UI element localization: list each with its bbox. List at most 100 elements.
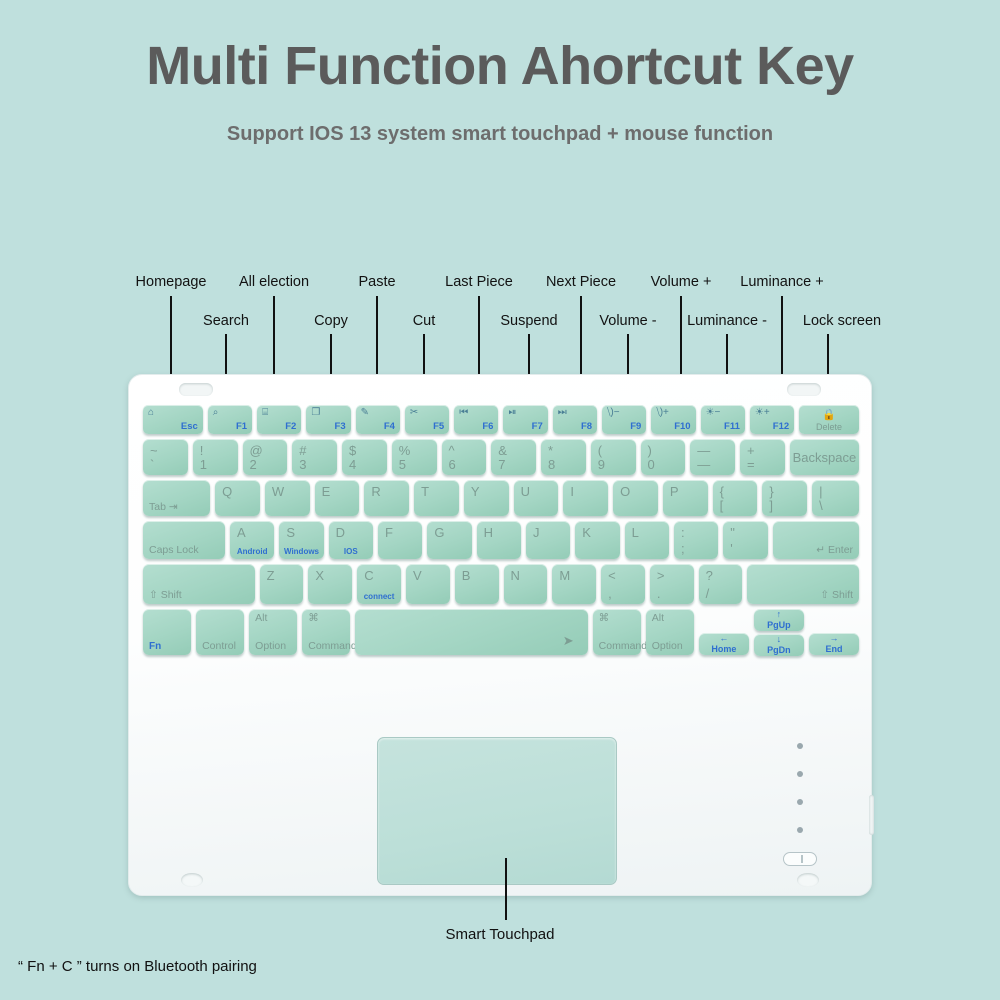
key-option-left[interactable]: Option Alt	[249, 609, 298, 655]
key-key-l[interactable]: L	[624, 521, 669, 559]
key-digit-0[interactable]: ) 0	[640, 439, 686, 475]
key-secondary-label: —	[697, 457, 711, 472]
key-command-left[interactable]: Command ⌘	[302, 609, 357, 655]
key-digit-3[interactable]: #3	[292, 439, 337, 475]
key-key-j[interactable]: J	[525, 521, 571, 559]
key-fn[interactable]: Fn	[143, 609, 192, 655]
key-key-k[interactable]: K	[575, 521, 620, 559]
key-primary-label: )	[647, 443, 652, 458]
key-key-z[interactable]: Z	[259, 564, 304, 604]
key-equal[interactable]: + =	[740, 439, 785, 475]
key-arrow-up[interactable]: ↑ PgUp	[753, 609, 804, 631]
key-bracket-left[interactable]: {[	[712, 480, 758, 516]
key-key-a[interactable]: A Android	[230, 521, 275, 559]
hinge-notch-right	[787, 383, 821, 396]
key-f9[interactable]: ⧹)− F9	[602, 405, 647, 434]
key-key-v[interactable]: V	[405, 564, 450, 604]
key-f12[interactable]: ☀+ F12	[749, 405, 795, 434]
key-f10[interactable]: ⧹)+ F10	[651, 405, 696, 434]
key-icon-glyph: ✂	[409, 407, 419, 418]
key-backquote[interactable]: ~ `	[143, 439, 188, 475]
key-backspace[interactable]: Backspace	[789, 439, 860, 475]
key-bracket-right[interactable]: }]	[762, 480, 808, 516]
key-f6[interactable]: ⏮ F6	[454, 405, 499, 434]
power-switch[interactable]	[783, 852, 817, 866]
key-f7[interactable]: ⏯ F7	[503, 405, 548, 434]
bluetooth-caption: “ Fn + C ” turns on Bluetooth pairing	[18, 958, 257, 975]
key-fn-label: F4	[383, 421, 395, 432]
key-period[interactable]: >.	[649, 564, 694, 604]
key-arrow-right[interactable]: → End	[808, 633, 860, 655]
key-key-g[interactable]: G	[427, 521, 472, 559]
key-key-b[interactable]: B	[454, 564, 499, 604]
key-digit-7[interactable]: & 7	[491, 439, 536, 475]
key-key-o[interactable]: O	[613, 480, 658, 516]
key-digit-2[interactable]: @2	[242, 439, 288, 475]
key-key-q[interactable]: Q	[215, 480, 260, 516]
key-key-f[interactable]: F	[377, 521, 423, 559]
key-digit-5[interactable]: % 5	[391, 439, 437, 475]
key-slash[interactable]: ? /	[698, 564, 743, 604]
indicator-dot	[797, 771, 803, 777]
key-key-m[interactable]: M	[552, 564, 597, 604]
key-esc[interactable]: ⌂ Esc	[143, 405, 203, 434]
key-caps-lock[interactable]: Caps Lock	[143, 521, 225, 559]
key-f4[interactable]: ✎ F4	[355, 405, 400, 434]
key-key-w[interactable]: W	[264, 480, 310, 516]
key-enter[interactable]: ↵ Enter	[772, 521, 860, 559]
key-digit-8[interactable]: * 8	[541, 439, 586, 475]
rubber-foot-left	[181, 873, 203, 887]
smart-touchpad[interactable]	[377, 737, 617, 885]
key-comma[interactable]: <,	[601, 564, 645, 604]
key-key-t[interactable]: T	[414, 480, 459, 516]
key-command-right[interactable]: Command ⌘	[592, 609, 647, 655]
key-tab[interactable]: Tab ⇥	[143, 480, 211, 516]
key-delete[interactable]: Delete 🔒	[799, 405, 859, 434]
key-arrow-left[interactable]: ← Home	[698, 633, 749, 655]
key-f3[interactable]: ❐ F3	[306, 405, 351, 434]
key-backslash[interactable]: | \	[812, 480, 860, 516]
key-key-i[interactable]: I	[563, 480, 609, 516]
key-key-y[interactable]: Y	[463, 480, 509, 516]
key-key-x[interactable]: X	[308, 564, 353, 604]
key-f8[interactable]: ⏭ F8	[552, 405, 598, 434]
key-option-right[interactable]: Option Alt	[645, 609, 694, 655]
key-digit-1[interactable]: ! 1	[192, 439, 238, 475]
key-key-u[interactable]: U	[513, 480, 559, 516]
key-digit-6[interactable]: ^ 6	[441, 439, 487, 475]
key-digit-4[interactable]: $4	[342, 439, 387, 475]
key-f11[interactable]: ☀− F11	[700, 405, 745, 434]
key-key-p[interactable]: P	[662, 480, 708, 516]
key-corner-label: Caps Lock	[149, 544, 199, 556]
key-key-s[interactable]: S Windows	[279, 521, 324, 559]
callout-label-luminance: Luminance -	[687, 313, 767, 329]
key-key-e[interactable]: E	[314, 480, 360, 516]
key-quote[interactable]: " '	[723, 521, 768, 559]
key-space[interactable]: ➤	[355, 609, 588, 655]
key-primary-label: A	[237, 525, 246, 540]
key-shift-right[interactable]: ⇧ Shift	[747, 564, 860, 604]
callout-label-volume: Volume +	[650, 274, 712, 290]
key-key-n[interactable]: N	[503, 564, 548, 604]
key-icon-glyph: ⌸	[262, 407, 269, 418]
keyboard-row-home-row: Caps Lock A Android S Windows D IOS F G H J K L:; " ' ↵…	[143, 521, 860, 559]
key-key-d[interactable]: D IOS	[328, 521, 373, 559]
arrow-key-content: ↓ PgDn	[754, 634, 804, 656]
key-semicolon[interactable]: :;	[673, 521, 719, 559]
key-minus[interactable]: — —	[690, 439, 735, 475]
key-primary-label: %	[398, 443, 411, 458]
key-f5[interactable]: ✂ F5	[404, 405, 450, 434]
key-shift-left[interactable]: ⇧ Shift	[143, 564, 255, 604]
key-control-left[interactable]: Control	[196, 609, 245, 655]
key-secondary-label: 2	[249, 457, 257, 472]
key-primary-label: V	[412, 568, 422, 583]
key-f1[interactable]: ⌕ F1	[207, 405, 253, 434]
key-arrow-down[interactable]: ↓ PgDn	[753, 634, 804, 656]
key-f2[interactable]: ⌸ F2	[257, 405, 302, 434]
key-key-c[interactable]: Cconnect	[357, 564, 401, 604]
arrow-down-label: PgDn	[767, 645, 791, 655]
key-digit-9[interactable]: (9	[590, 439, 636, 475]
key-key-r[interactable]: R	[364, 480, 410, 516]
indicator-dot	[797, 743, 803, 749]
key-key-h[interactable]: H	[476, 521, 521, 559]
